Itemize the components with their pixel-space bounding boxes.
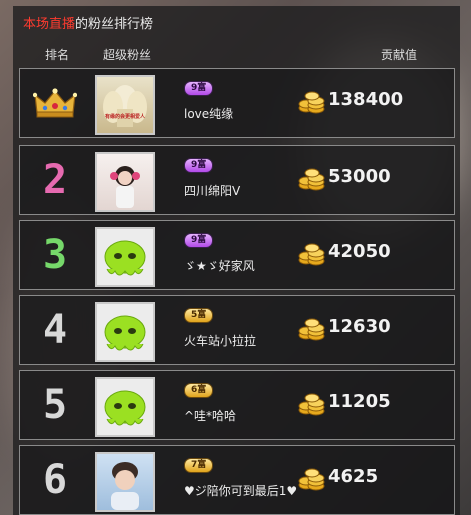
- ranking-row[interactable]: 4 5富 火车站小拉拉 12630: [19, 295, 455, 365]
- contribution-score: 4625: [328, 466, 379, 487]
- fan-name[interactable]: ♥ジ陪你可到最后1♥: [184, 482, 297, 499]
- fan-name[interactable]: ^哇*哈哈: [184, 407, 236, 424]
- alien-avatar-image: [104, 315, 146, 351]
- title-rest: 的粉丝排行榜: [75, 17, 154, 32]
- panel-title: 本场直播的粉丝排行榜: [23, 13, 153, 32]
- contribution-score: 12630: [328, 316, 391, 337]
- ranking-row[interactable]: 2 9富 四川绵阳V 53000: [19, 145, 455, 215]
- rank-number: 4: [26, 296, 84, 364]
- rank-crown: [26, 69, 84, 137]
- avatar[interactable]: [95, 377, 155, 437]
- contribution-score: 11205: [328, 391, 391, 412]
- wealth-level-badge: 9富: [184, 233, 214, 248]
- rank-number: 3: [26, 221, 84, 289]
- contribution-score: 53000: [328, 166, 391, 187]
- boy-photo-image: [111, 462, 139, 510]
- rank-number-text: 6: [42, 457, 68, 503]
- gold-coins-icon: [298, 243, 325, 266]
- rank-number-text: 3: [42, 232, 68, 278]
- column-header-rank: 排名: [45, 48, 70, 62]
- fan-name[interactable]: love纯缘: [184, 105, 233, 122]
- rank-number: 6: [26, 446, 84, 514]
- avatar[interactable]: [95, 227, 155, 287]
- crown-icon: [33, 88, 77, 118]
- wealth-level-badge: 6富: [184, 383, 214, 398]
- column-header-score: 贡献值: [381, 48, 418, 62]
- avatar[interactable]: 有缘的会更相爱人: [95, 75, 155, 135]
- avatar-caption: 有缘的会更相爱人: [104, 114, 145, 120]
- rank-number-text: 2: [42, 157, 68, 203]
- wealth-level-badge: 5富: [184, 308, 214, 323]
- wealth-level-badge: 9富: [184, 81, 214, 96]
- wealth-level-badge: 7富: [184, 458, 214, 473]
- ranking-row[interactable]: 5 6富 ^哇*哈哈 11205: [19, 370, 455, 440]
- column-header-fan: 超级粉丝: [103, 48, 152, 62]
- fan-name[interactable]: ゞ★ゞ好家风: [184, 257, 255, 274]
- rank-number-text: 4: [42, 307, 68, 353]
- title-highlight: 本场直播: [23, 17, 76, 32]
- girl-photo-image: [110, 166, 140, 208]
- avatar[interactable]: [95, 452, 155, 512]
- ranking-row[interactable]: 6 7富 ♥ジ陪你可到最后1♥ 4625: [19, 445, 455, 515]
- alien-avatar-image: [104, 240, 146, 276]
- gold-coins-icon: [298, 393, 325, 416]
- ranking-row[interactable]: 3 9富 ゞ★ゞ好家风 42050: [19, 220, 455, 290]
- wealth-level-badge: 9富: [184, 158, 214, 173]
- rank-number: 2: [26, 146, 84, 214]
- fan-name[interactable]: 四川绵阳V: [184, 182, 240, 199]
- angel-statue-image: [103, 85, 147, 127]
- gold-coins-icon: [298, 318, 325, 341]
- avatar[interactable]: [95, 302, 155, 362]
- gold-coins-icon: [298, 91, 325, 114]
- rank-number: 5: [26, 371, 84, 439]
- gold-coins-icon: [298, 168, 325, 191]
- avatar[interactable]: [95, 152, 155, 212]
- contribution-score: 138400: [328, 89, 404, 110]
- rank-number-text: 5: [42, 382, 68, 428]
- fan-ranking-panel: 本场直播的粉丝排行榜 排名 超级粉丝 贡献值 有缘的会更相爱人 9富 love纯…: [13, 6, 460, 515]
- gold-coins-icon: [298, 468, 325, 491]
- alien-avatar-image: [104, 390, 146, 426]
- contribution-score: 42050: [328, 241, 391, 262]
- ranking-row[interactable]: 有缘的会更相爱人 9富 love纯缘 138400: [19, 68, 455, 138]
- fan-name[interactable]: 火车站小拉拉: [184, 332, 256, 349]
